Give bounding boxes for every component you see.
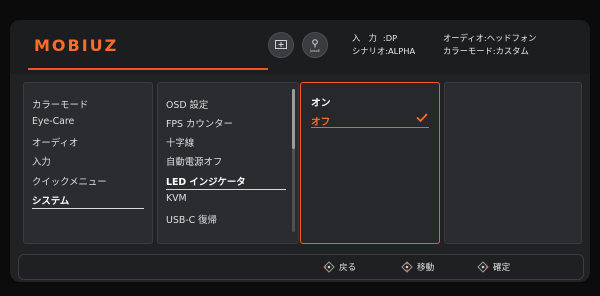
osd-footer: 戻る 移動 確定: [18, 254, 584, 280]
input-label: 入 力: [352, 33, 377, 43]
audio-label: オーディオ: [443, 33, 484, 43]
osd-window: MOBIUZ ʃʌʀʀE 入 力:DP シナリオ:ALPHA オーディオ:ヘッド…: [10, 20, 590, 282]
monitor-bottom-bezel: [0, 284, 600, 296]
empty-panel: [444, 82, 582, 244]
system-submenu-panel: OSD 設定 FPS カウンター 十字線 自動電源オフ LED インジケータ K…: [157, 82, 299, 244]
eye-care-icon[interactable]: ʃʌʀʀE: [302, 32, 328, 58]
submenu-item-usbc-wake[interactable]: USB-C 復帰: [166, 212, 217, 226]
option-panel: オン オフ: [300, 82, 440, 244]
joystick-confirm-icon: [477, 261, 489, 273]
status-info-left: 入 力 :DP シナリオ:ALPHA: [352, 32, 415, 57]
menu-item-quick-menu[interactable]: クイックメニュー: [32, 174, 107, 188]
move-label: 移動: [417, 263, 435, 273]
main-menu-panel: カラーモード Eye-Care オーディオ 入力 クイックメニュー システム: [23, 82, 153, 244]
option-on[interactable]: オン: [311, 95, 331, 109]
back-label: 戻る: [339, 263, 357, 273]
selected-underline: [32, 208, 144, 209]
header-accent-line: [28, 68, 268, 70]
menu-item-color-mode[interactable]: カラーモード: [32, 97, 88, 111]
colormode-label: カラーモード: [443, 45, 493, 56]
scenario-value: :ALPHA: [385, 45, 416, 56]
submenu-scrollbar[interactable]: [292, 89, 295, 232]
submenu-item-crosshair[interactable]: 十字線: [166, 135, 194, 149]
submenu-item-fps-counter[interactable]: FPS カウンター: [166, 116, 233, 130]
menu-item-input[interactable]: 入力: [32, 154, 51, 168]
submenu-item-kvm[interactable]: KVM: [166, 193, 187, 204]
menu-item-system[interactable]: システム: [32, 193, 69, 207]
confirm-label: 確定: [493, 263, 511, 273]
check-icon: [416, 113, 428, 122]
selected-underline: [166, 189, 286, 190]
menu-item-eye-care[interactable]: Eye-Care: [32, 116, 74, 127]
confirm-hint[interactable]: 確定: [477, 261, 510, 273]
menu-item-audio[interactable]: オーディオ: [32, 135, 78, 149]
colormode-value: :カスタム: [492, 45, 529, 56]
submenu-item-osd-settings[interactable]: OSD 設定: [166, 97, 208, 111]
scenario-label: シナリオ: [352, 45, 386, 56]
back-hint[interactable]: 戻る: [323, 261, 356, 273]
crosshair-icon[interactable]: [268, 32, 294, 58]
submenu-item-led-indicator[interactable]: LED インジケータ: [166, 174, 246, 188]
submenu-item-auto-power-off[interactable]: 自動電源オフ: [166, 154, 222, 168]
joystick-move-icon: [401, 261, 413, 273]
brand-logo: MOBIUZ: [34, 36, 119, 55]
option-off[interactable]: オフ: [311, 114, 330, 128]
osd-header: MOBIUZ ʃʌʀʀE 入 力 :DP シナリオ:ALPHA オーディオ:ヘッド…: [10, 20, 590, 74]
audio-value: :ヘッドフォン: [483, 33, 537, 43]
scrollbar-thumb[interactable]: [292, 89, 295, 149]
joystick-back-icon: [323, 261, 335, 273]
status-info-right: オーディオ:ヘッドフォン カラーモード:カスタム: [443, 32, 536, 57]
move-hint[interactable]: 移動: [401, 261, 434, 273]
input-value: :DP: [382, 33, 398, 43]
eye-care-caption: ʃʌʀʀE: [309, 48, 321, 53]
option-selected-underline: [311, 127, 429, 128]
